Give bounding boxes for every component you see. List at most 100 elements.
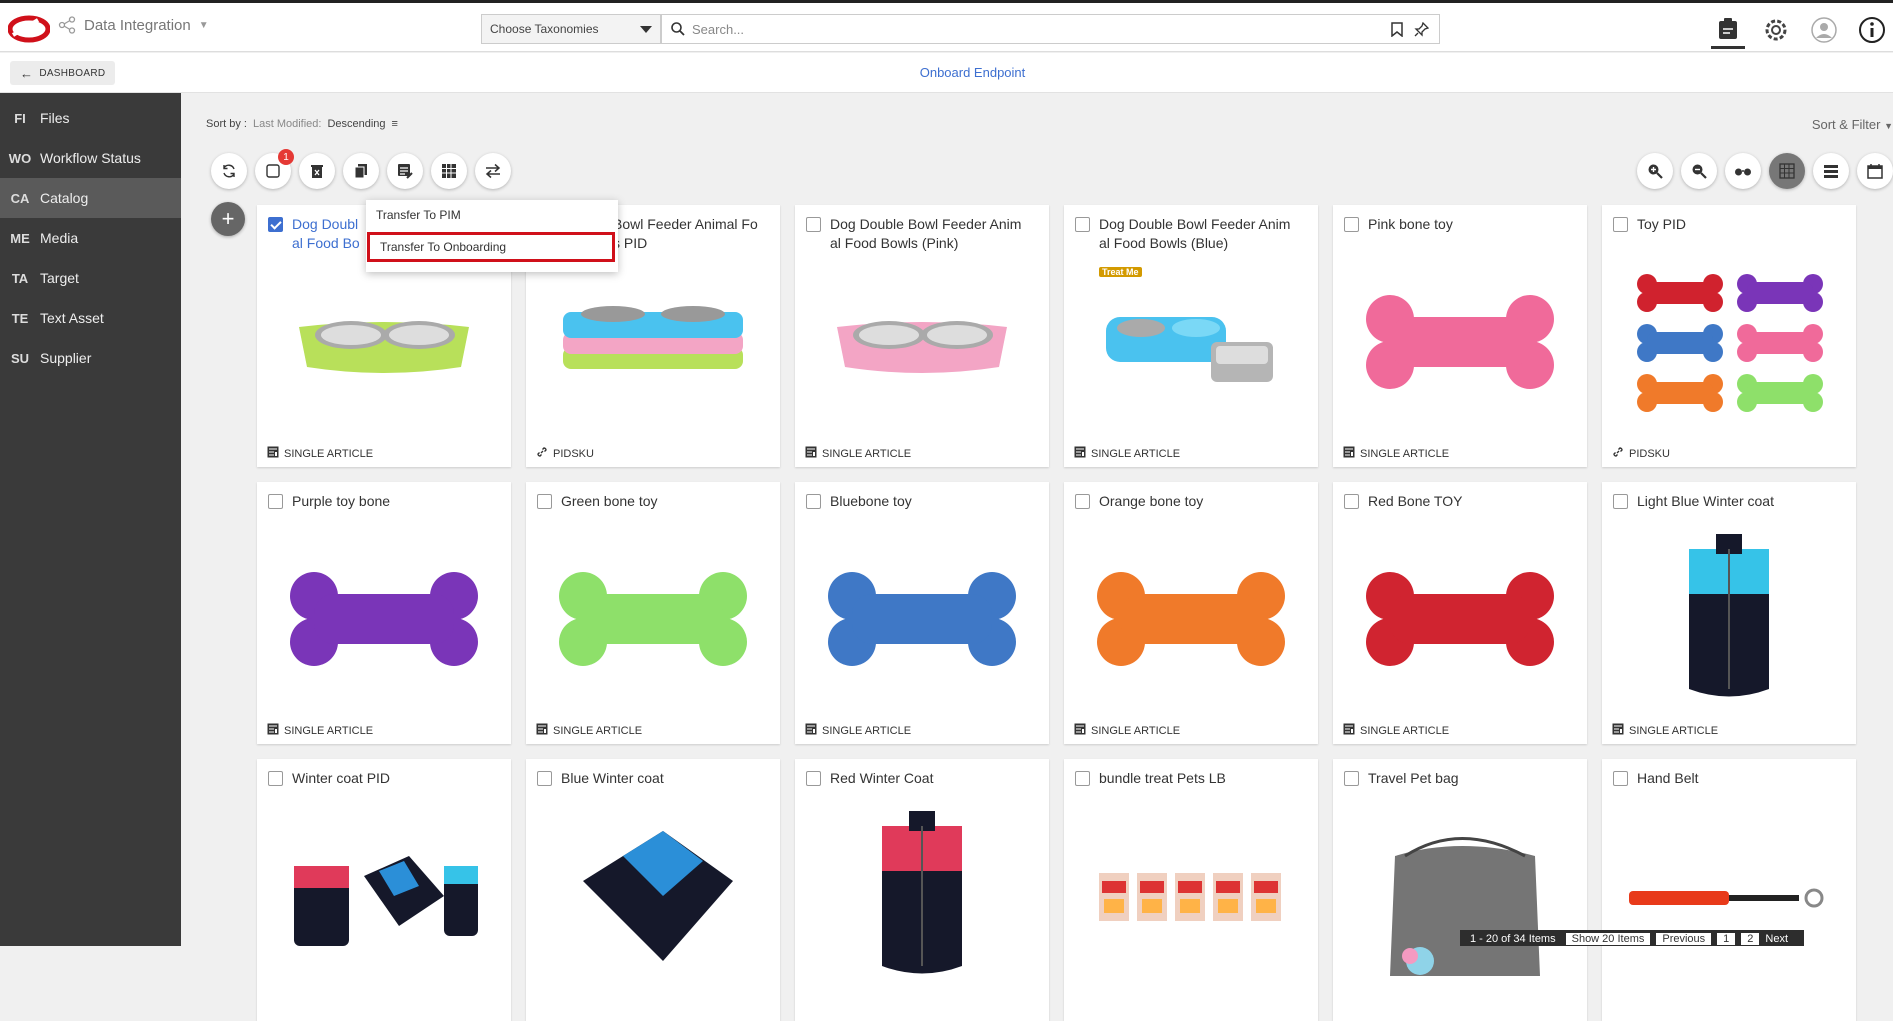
- card-checkbox[interactable]: [1075, 771, 1090, 786]
- user-avatar-icon[interactable]: [1807, 13, 1841, 47]
- product-card[interactable]: Dog Double Bowl Feeder Anim al Food Bowls…: [1064, 205, 1318, 467]
- card-checkbox[interactable]: [268, 494, 283, 509]
- product-card[interactable]: Red Winter Coat: [795, 759, 1049, 1021]
- refresh-button[interactable]: [211, 153, 247, 189]
- menu-item-transfer-to-onboarding[interactable]: Transfer To Onboarding: [367, 232, 615, 262]
- sidebar-item-files[interactable]: FI Files: [0, 98, 181, 138]
- card-checkbox[interactable]: [806, 494, 821, 509]
- card-title[interactable]: Winter coat PID: [292, 769, 504, 788]
- zoom-out-button[interactable]: [1681, 153, 1717, 189]
- product-card[interactable]: Green bone toy SINGLE ARTICLE: [526, 482, 780, 744]
- view-toolbar: [1637, 153, 1893, 189]
- card-checkbox[interactable]: [1344, 771, 1359, 786]
- calendar-button[interactable]: [1857, 153, 1893, 189]
- copy-button[interactable]: [343, 153, 379, 189]
- card-title[interactable]: Purple toy bone: [292, 492, 504, 511]
- card-checkbox[interactable]: [1075, 494, 1090, 509]
- product-card[interactable]: Travel Pet bag: [1333, 759, 1587, 1021]
- card-checkbox[interactable]: [1344, 494, 1359, 509]
- product-card[interactable]: Bluebone toy SINGLE ARTICLE: [795, 482, 1049, 744]
- next-page-button[interactable]: Next: [1765, 933, 1788, 945]
- search-input[interactable]: Search...: [661, 14, 1440, 44]
- product-card[interactable]: Hand Belt: [1602, 759, 1856, 1021]
- product-card[interactable]: Blue Winter coat: [526, 759, 780, 1021]
- card-title[interactable]: Bowl Feeder Animal Fo s PID: [613, 215, 778, 253]
- preview-button[interactable]: [1725, 153, 1761, 189]
- card-checkbox[interactable]: [806, 217, 821, 232]
- card-title[interactable]: Hand Belt: [1637, 769, 1849, 788]
- card-title[interactable]: Red Winter Coat: [830, 769, 1042, 788]
- card-checkbox[interactable]: [537, 494, 552, 509]
- sidebar-item-workflow-status[interactable]: WO Workflow Status: [0, 138, 181, 178]
- product-card[interactable]: Light Blue Winter coat SINGLE ARTICLE: [1602, 482, 1856, 744]
- sidebar-item-text-asset[interactable]: TE Text Asset: [0, 298, 181, 338]
- product-card[interactable]: Purple toy bone SINGLE ARTICLE: [257, 482, 511, 744]
- product-card[interactable]: bundle treat Pets LB: [1064, 759, 1318, 1021]
- card-checkbox[interactable]: [1613, 494, 1628, 509]
- grid-edit-button[interactable]: [431, 153, 467, 189]
- sort-filter-toggle[interactable]: Sort & Filter ▼: [1812, 117, 1893, 132]
- card-title[interactable]: Dog Double Bowl Feeder Anim al Food Bowls…: [830, 215, 1042, 253]
- card-checkbox[interactable]: [806, 771, 821, 786]
- card-title[interactable]: Green bone toy: [561, 492, 773, 511]
- card-title[interactable]: Bluebone toy: [830, 492, 1042, 511]
- pin-icon[interactable]: [1414, 22, 1429, 37]
- product-card[interactable]: Red Bone TOY SINGLE ARTICLE: [1333, 482, 1587, 744]
- card-title[interactable]: Light Blue Winter coat: [1637, 492, 1849, 511]
- tasks-icon[interactable]: [1711, 11, 1745, 49]
- card-type: SINGLE ARTICLE: [536, 723, 642, 738]
- page-1-button[interactable]: 1: [1717, 933, 1736, 945]
- product-image: [536, 544, 770, 694]
- card-title[interactable]: Pink bone toy: [1368, 215, 1580, 234]
- article-icon: [1612, 723, 1624, 738]
- search-icon: [671, 22, 685, 36]
- product-card[interactable]: Pink bone toy SINGLE ARTICLE: [1333, 205, 1587, 467]
- card-title[interactable]: Travel Pet bag: [1368, 769, 1580, 788]
- gear-icon[interactable]: [1759, 13, 1793, 47]
- sidebar-item-supplier[interactable]: SU Supplier: [0, 338, 181, 378]
- transfer-button[interactable]: [475, 153, 511, 189]
- zoom-in-button[interactable]: [1637, 153, 1673, 189]
- chevron-down-icon: ▼: [198, 19, 209, 31]
- card-checkbox[interactable]: [1075, 217, 1090, 232]
- card-title[interactable]: bundle treat Pets LB: [1099, 769, 1311, 788]
- card-title[interactable]: Dog Double Bowl Feeder Anim al Food Bowls…: [1099, 215, 1311, 253]
- sidebar-item-catalog[interactable]: CA Catalog: [0, 178, 181, 218]
- taxonomy-select[interactable]: Choose Taxonomies: [481, 14, 661, 44]
- card-checkbox[interactable]: [1344, 217, 1359, 232]
- card-checkbox[interactable]: [268, 771, 283, 786]
- edit-list-button[interactable]: [387, 153, 423, 189]
- select-all-button[interactable]: 1: [255, 149, 294, 189]
- list-view-button[interactable]: [1813, 153, 1849, 189]
- grid-view-button[interactable]: [1769, 153, 1805, 189]
- sort-lines-icon[interactable]: ≡: [392, 118, 398, 130]
- copy-icon: [354, 164, 367, 179]
- product-card[interactable]: Dog Double Bowl Feeder Anim al Food Bowls…: [795, 205, 1049, 467]
- info-icon[interactable]: [1855, 13, 1889, 47]
- sort-field[interactable]: Last Modified:: [253, 118, 321, 130]
- add-button[interactable]: +: [211, 202, 245, 236]
- product-card[interactable]: Winter coat PID: [257, 759, 511, 1021]
- menu-item-transfer-to-pim[interactable]: Transfer To PIM: [366, 200, 618, 230]
- card-checkbox[interactable]: [537, 771, 552, 786]
- product-card[interactable]: Orange bone toy SINGLE ARTICLE: [1064, 482, 1318, 744]
- brand-logo[interactable]: [8, 15, 50, 43]
- app-switcher[interactable]: Data Integration ▼: [58, 16, 209, 34]
- bookmark-icon[interactable]: [1391, 22, 1403, 37]
- card-title[interactable]: Blue Winter coat: [561, 769, 773, 788]
- page-2-button[interactable]: 2: [1741, 933, 1760, 945]
- card-checkbox[interactable]: [268, 217, 283, 232]
- page-title: Onboard Endpoint: [919, 65, 1026, 80]
- card-checkbox[interactable]: [1613, 771, 1628, 786]
- card-checkbox[interactable]: [1613, 217, 1628, 232]
- product-card[interactable]: Toy PID PIDSKU: [1602, 205, 1856, 467]
- sidebar-item-target[interactable]: TA Target: [0, 258, 181, 298]
- page-size-select[interactable]: Show 20 Items: [1565, 933, 1651, 945]
- sort-order[interactable]: Descending: [327, 118, 385, 130]
- sidebar-item-media[interactable]: ME Media: [0, 218, 181, 258]
- delete-button[interactable]: [299, 153, 335, 189]
- card-title[interactable]: Toy PID: [1637, 215, 1849, 234]
- card-title[interactable]: Orange bone toy: [1099, 492, 1311, 511]
- previous-page-button[interactable]: Previous: [1656, 933, 1712, 945]
- card-title[interactable]: Red Bone TOY: [1368, 492, 1580, 511]
